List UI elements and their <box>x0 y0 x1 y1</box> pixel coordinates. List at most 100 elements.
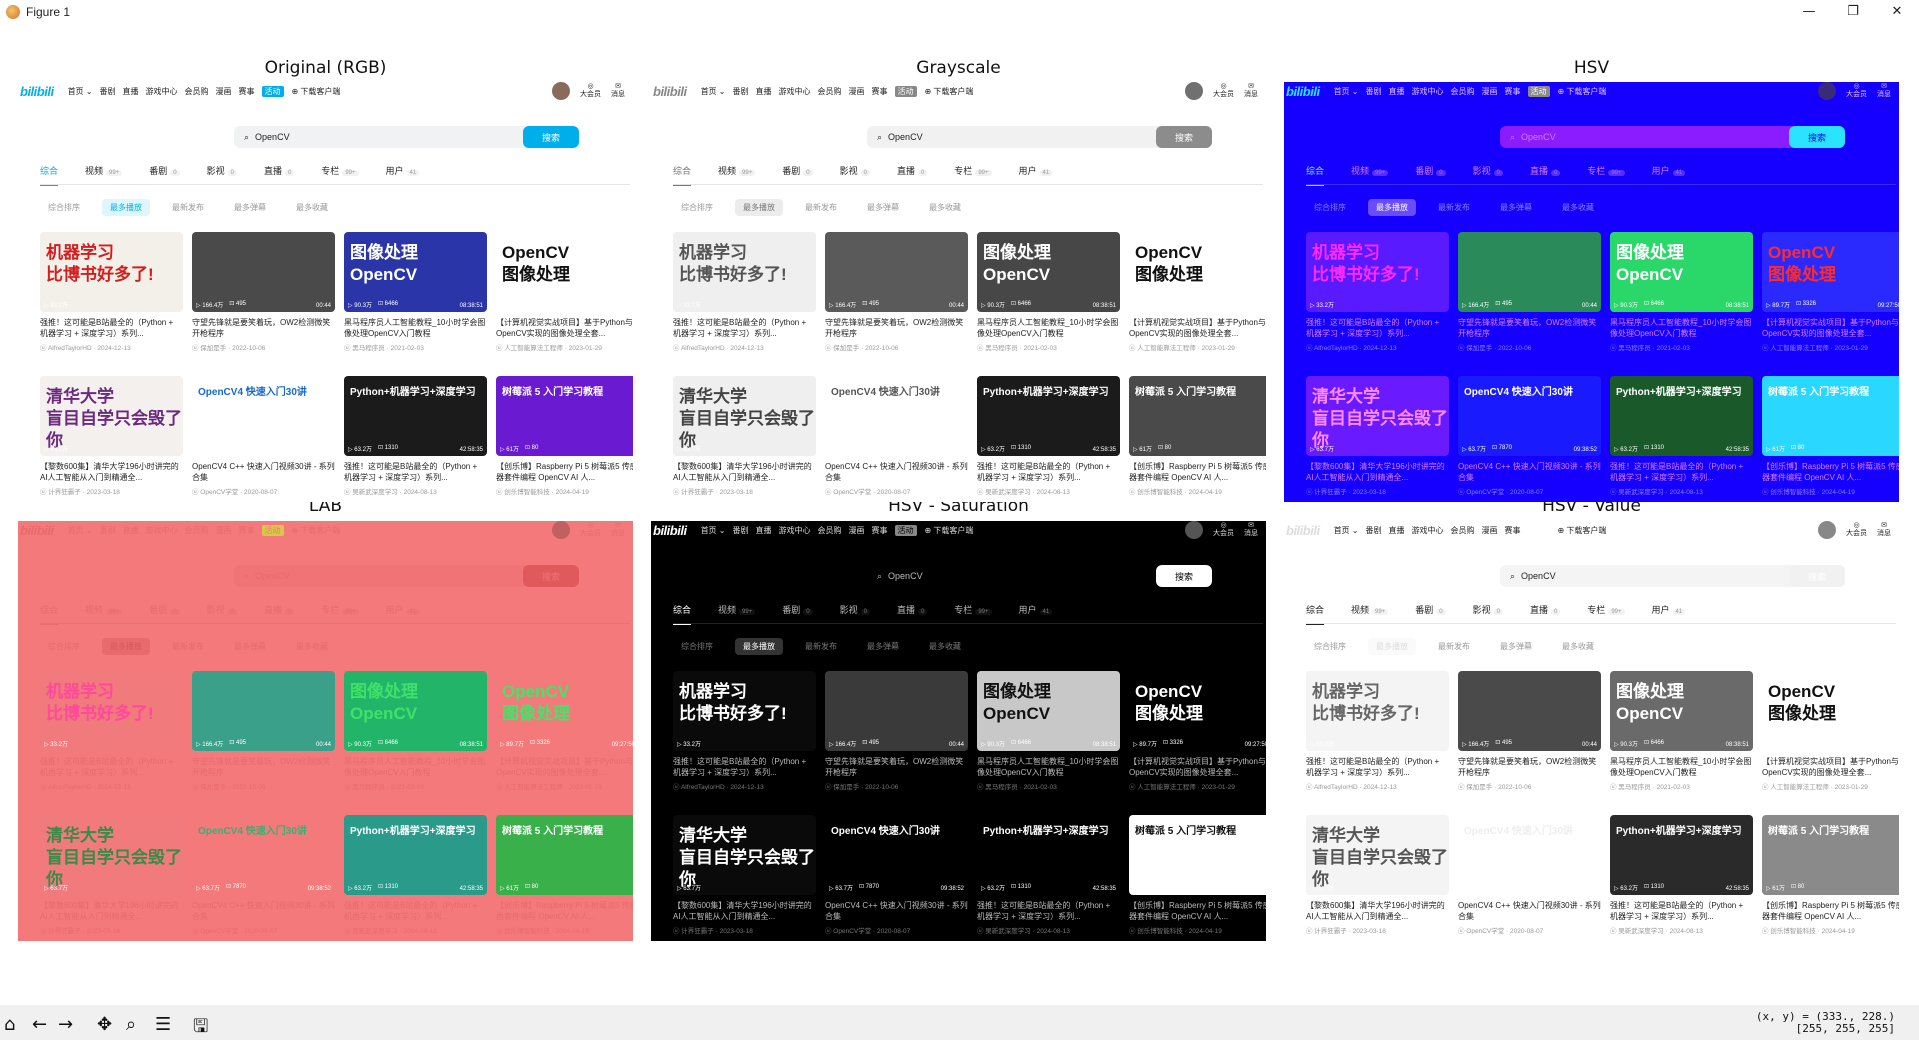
video-card[interactable]: 清华大学 盲目自学只会毁了你 ▷ 63.7万 【黎数600集】清华大学196小时讲完… <box>1306 376 1449 496</box>
tab-5[interactable]: 专栏 99+ <box>954 164 992 177</box>
nav-item[interactable]: 漫画 <box>1482 86 1498 97</box>
nav-item[interactable]: 赛事 <box>872 525 888 536</box>
nav-item[interactable]: 游戏中心 <box>779 86 811 97</box>
video-card[interactable]: 树莓派 5 入门学习教程 ▷ 61万 ⊡ 80 【创乐博】Raspberry Pi 5… <box>1129 815 1266 935</box>
video-uploader[interactable]: ⓤ AlfredTaylorHD · 2024-12-13 <box>40 781 183 791</box>
video-title[interactable]: 【计算机视觉实战项目】基于Python与OpenCV实现的图像处理全套... <box>496 317 633 339</box>
video-card[interactable]: 机器学习 比博书好多了! ▷ 33.2万 强推！这可能是B站最全的（Python +… <box>673 671 816 791</box>
video-title[interactable]: 【创乐博】Raspberry Pi 5 树莓派5 传感器套件编程 OpenCV … <box>1129 461 1266 483</box>
forward-arrow-icon[interactable]: → <box>58 1014 73 1035</box>
video-uploader[interactable]: ⓤ 人工智能算法工程师 · 2023-01-29 <box>496 342 633 352</box>
tab-6[interactable]: 用户 41 <box>1652 164 1686 177</box>
video-card[interactable]: 图像处理 OpenCV ▷ 90.3万 ⊡ 6466 08:38:51 黑马程序员人工智… <box>977 232 1120 352</box>
search-button[interactable]: 搜索 <box>523 565 579 587</box>
video-title[interactable]: 【创乐博】Raspberry Pi 5 树莓派5 传感器套件编程 OpenCV … <box>1762 900 1899 922</box>
video-uploader[interactable]: ⓤ 黑马程序员 · 2021-02-03 <box>1610 781 1753 791</box>
video-title[interactable]: 【创乐博】Raspberry Pi 5 树莓派5 传感器套件编程 OpenCV … <box>496 461 633 483</box>
tab-2[interactable]: 番剧 0 <box>149 603 180 616</box>
video-uploader[interactable]: ⓤ 创乐博智能科技 · 2024-04-19 <box>1762 925 1899 935</box>
video-title[interactable]: 【黎数600集】清华大学196小时讲完的AI人工智能从入门到精通全... <box>40 900 183 922</box>
video-thumbnail[interactable]: OpenCV4 快速入门30讲 ▷ 63.7万 ⊡ 7870 09:38:52 <box>192 815 335 895</box>
video-title[interactable]: 【计算机视觉实战项目】基于Python与OpenCV实现的图像处理全套... <box>1129 756 1266 778</box>
video-uploader[interactable]: ⓤ 人工智能算法工程师 · 2023-01-29 <box>496 781 633 791</box>
nav-item[interactable]: 直播 <box>756 86 772 97</box>
video-card[interactable]: 树莓派 5 入门学习教程 ▷ 61万 ⊡ 80 【创乐博】Raspberry Pi 5… <box>496 815 633 935</box>
video-uploader[interactable]: ⓤ 计界狂霸子 · 2023-03-18 <box>673 925 816 935</box>
sort-option[interactable]: 综合排序 <box>40 638 88 655</box>
nav-item[interactable]: 会员购 <box>185 86 209 97</box>
tab-2[interactable]: 番剧 0 <box>782 603 813 616</box>
nav-right-item[interactable]: ✉ 消息 <box>611 522 625 538</box>
video-uploader[interactable]: ⓤ 黑马程序员 · 2021-02-03 <box>977 342 1120 352</box>
tab-2[interactable]: 番剧 0 <box>782 164 813 177</box>
tab-0[interactable]: 综合 <box>1306 603 1324 625</box>
video-uploader[interactable]: ⓤ 吴新武深度学习 · 2024-08-13 <box>977 486 1120 496</box>
download-client-link[interactable]: ⊕ 下载客户端 <box>292 86 341 97</box>
pan-icon[interactable]: ✥ <box>97 1014 112 1035</box>
video-title[interactable]: 【黎数600集】清华大学196小时讲完的AI人工智能从入门到精通全... <box>673 461 816 483</box>
video-card[interactable]: 机器学习 比博书好多了! ▷ 33.2万 强推！这可能是B站最全的（Python +… <box>40 671 183 791</box>
nav-item[interactable]: 漫画 <box>1482 525 1498 536</box>
video-thumbnail[interactable]: OpenCV 图像处理 ▷ 89.7万 ⊡ 3326 09:27:50 <box>1129 671 1266 751</box>
site-logo[interactable]: bilibili <box>653 84 687 99</box>
site-logo[interactable]: bilibili <box>20 523 54 538</box>
nav-item[interactable]: 番剧 <box>733 86 749 97</box>
nav-item[interactable]: 游戏中心 <box>146 525 178 536</box>
tab-4[interactable]: 直播 0 <box>264 603 295 616</box>
video-card[interactable]: OpenCV4 快速入门30讲 ▷ 63.7万 ⊡ 7870 09:38:52 Open… <box>192 376 335 496</box>
video-card[interactable]: 图像处理 OpenCV ▷ 90.3万 ⊡ 6466 08:38:51 黑马程序员人工智… <box>1610 671 1753 791</box>
video-thumbnail[interactable]: 树莓派 5 入门学习教程 ▷ 61万 ⊡ 80 <box>1762 376 1899 456</box>
video-card[interactable]: ▷ 166.4万 ⊡ 495 00:44 守望先锋就是要笑着玩，OW2检测微笑开枪程序… <box>192 232 335 352</box>
tab-2[interactable]: 番剧 0 <box>149 164 180 177</box>
video-thumbnail[interactable]: 树莓派 5 入门学习教程 ▷ 61万 ⊡ 80 <box>1129 815 1266 895</box>
video-uploader[interactable]: ⓤ 黑马程序员 · 2021-02-03 <box>977 781 1120 791</box>
video-thumbnail[interactable]: OpenCV4 快速入门30讲 ▷ 63.7万 ⊡ 7870 09:38:52 <box>825 815 968 895</box>
video-card[interactable]: ▷ 166.4万 ⊡ 495 00:44 守望先锋就是要笑着玩，OW2检测微笑开枪程序… <box>825 671 968 791</box>
sort-option[interactable]: 最多播放 <box>735 638 783 655</box>
video-uploader[interactable]: ⓤ 黑马程序员 · 2021-02-03 <box>344 342 487 352</box>
video-thumbnail[interactable]: OpenCV 图像处理 ▷ 89.7万 ⊡ 3326 09:27:50 <box>496 232 633 312</box>
sort-option[interactable]: 最多收藏 <box>1554 638 1602 655</box>
search-input[interactable]: OpenCV <box>888 571 923 581</box>
site-logo[interactable]: bilibili <box>20 84 54 99</box>
sort-option[interactable]: 综合排序 <box>40 199 88 216</box>
video-uploader[interactable]: ⓤ 吴新武深度学习 · 2024-08-13 <box>1610 486 1753 496</box>
video-card[interactable]: 图像处理 OpenCV ▷ 90.3万 ⊡ 6466 08:38:51 黑马程序员人工智… <box>344 671 487 791</box>
video-card[interactable]: Python+机器学习+深度学习 ▷ 63.2万 ⊡ 1310 42:58:35 强推！… <box>344 815 487 935</box>
tab-4[interactable]: 直播 0 <box>1530 164 1561 177</box>
back-arrow-icon[interactable]: ← <box>32 1014 47 1035</box>
nav-item[interactable]: 赛事 <box>239 86 255 97</box>
sort-option[interactable]: 最多弹幕 <box>1492 638 1540 655</box>
nav-item[interactable]: 直播 <box>1389 525 1405 536</box>
video-thumbnail[interactable]: 机器学习 比博书好多了! ▷ 33.2万 <box>40 671 183 751</box>
search-button[interactable]: 搜索 <box>1156 565 1212 587</box>
video-thumbnail[interactable]: Python+机器学习+深度学习 ▷ 63.2万 ⊡ 1310 42:58:35 <box>344 815 487 895</box>
video-card[interactable]: Python+机器学习+深度学习 ▷ 63.2万 ⊡ 1310 42:58:35 强推！… <box>977 376 1120 496</box>
video-uploader[interactable]: ⓤ 创乐博智能科技 · 2024-04-19 <box>496 925 633 935</box>
nav-item[interactable]: 游戏中心 <box>779 525 811 536</box>
video-title[interactable]: OpenCV4 C++ 快速入门视频30讲 - 系列合集 <box>192 900 335 922</box>
video-title[interactable]: 强推！这可能是B站最全的（Python + 机器学习 + 深度学习）系列... <box>673 317 816 339</box>
video-uploader[interactable]: ⓤ OpenCV学堂 · 2020-08-07 <box>192 486 335 496</box>
video-uploader[interactable]: ⓤ 人工智能算法工程师 · 2023-01-29 <box>1762 781 1899 791</box>
video-title[interactable]: 【计算机视觉实战项目】基于Python与OpenCV实现的图像处理全套... <box>1762 756 1899 778</box>
nav-item[interactable]: 赛事 <box>1505 86 1521 97</box>
video-title[interactable]: 守望先锋就是要笑着玩，OW2检测微笑开枪程序 <box>1458 317 1601 339</box>
video-card[interactable]: OpenCV4 快速入门30讲 ▷ 63.7万 ⊡ 7870 09:38:52 Open… <box>825 376 968 496</box>
video-uploader[interactable]: ⓤ AlfredTaylorHD · 2024-12-13 <box>673 781 816 791</box>
video-card[interactable]: 树莓派 5 入门学习教程 ▷ 61万 ⊡ 80 【创乐博】Raspberry Pi 5… <box>496 376 633 496</box>
nav-item[interactable]: 番剧 <box>1366 86 1382 97</box>
video-thumbnail[interactable]: 图像处理 OpenCV ▷ 90.3万 ⊡ 6466 08:38:51 <box>977 671 1120 751</box>
sort-option[interactable]: 综合排序 <box>673 199 721 216</box>
tab-5[interactable]: 专栏 99+ <box>321 164 359 177</box>
tab-0[interactable]: 综合 <box>673 164 691 186</box>
video-card[interactable]: 树莓派 5 入门学习教程 ▷ 61万 ⊡ 80 【创乐博】Raspberry Pi 5… <box>1762 815 1899 935</box>
sort-option[interactable]: 最新发布 <box>164 199 212 216</box>
image-panel-hsv-saturation[interactable]: bilibili 首页 ⌄ 番剧 直播 游戏中心 会员购 漫画 赛事 活动 ⊕ 下载客户端 ◎ 大会员… <box>651 521 1266 941</box>
video-title[interactable]: 强推！这可能是B站最全的（Python + 机器学习 + 深度学习）系列... <box>977 461 1120 483</box>
nav-item[interactable]: 赛事 <box>1505 525 1521 536</box>
download-client-link[interactable]: ⊕ 下载客户端 <box>925 86 974 97</box>
avatar[interactable] <box>552 82 570 100</box>
sort-option[interactable]: 最多收藏 <box>1554 199 1602 216</box>
nav-item[interactable]: 游戏中心 <box>1412 86 1444 97</box>
